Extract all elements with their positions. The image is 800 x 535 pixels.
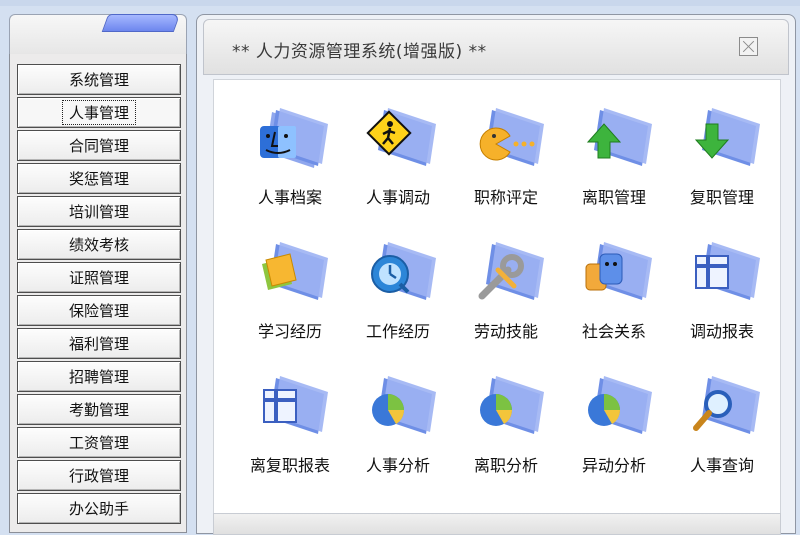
sidebar-item-label: 合同管理	[68, 137, 129, 155]
pie-chart-icon	[474, 374, 546, 442]
module-label: 调动报表	[689, 322, 754, 341]
sidebar-item-label: 奖惩管理	[68, 170, 129, 188]
down-arrow-icon	[690, 106, 762, 174]
pedestrian-sign-icon	[366, 106, 438, 174]
sidebar-item-label: 保险管理	[68, 302, 129, 320]
sidebar-item-system[interactable]: 系统管理	[17, 64, 181, 95]
module-label: 离职管理	[581, 188, 646, 207]
module-label: 人事查询	[689, 456, 754, 475]
sidebar-item-administration[interactable]: 行政管理	[17, 460, 181, 491]
sidebar-item-training[interactable]: 培训管理	[17, 196, 181, 227]
sidebar-item-label: 证照管理	[68, 269, 129, 287]
module-personnel-query[interactable]: 人事查询	[674, 374, 770, 484]
module-label: 复职管理	[689, 188, 754, 207]
sidebar-item-performance[interactable]: 绩效考核	[17, 229, 181, 260]
pacman-icon	[474, 106, 546, 174]
module-change-analysis[interactable]: 异动分析	[566, 374, 662, 484]
wrench-icon	[474, 240, 546, 308]
module-label: 职称评定	[473, 188, 538, 207]
sidebar-item-rewards[interactable]: 奖惩管理	[17, 163, 181, 194]
module-reinstatement[interactable]: 复职管理	[674, 106, 770, 216]
quicktime-icon	[366, 240, 438, 308]
module-label: 工作经历	[365, 322, 430, 341]
module-personnel-transfer[interactable]: 人事调动	[350, 106, 446, 216]
up-arrow-icon	[582, 106, 654, 174]
window-title: ** 人力资源管理系统(增强版) **	[232, 42, 487, 62]
sidebar-item-label: 人事管理	[61, 100, 137, 125]
sidebar-item-recruitment[interactable]: 招聘管理	[17, 361, 181, 392]
sidebar-item-label: 行政管理	[68, 467, 129, 485]
close-icon[interactable]	[739, 37, 758, 56]
pie-chart-icon	[582, 374, 654, 442]
sidebar-item-certificates[interactable]: 证照管理	[17, 262, 181, 293]
module-work-history[interactable]: 工作经历	[350, 240, 446, 350]
module-label: 异动分析	[581, 456, 646, 475]
sidebar-item-attendance[interactable]: 考勤管理	[17, 394, 181, 425]
title-bar: ** 人力资源管理系统(增强版) **	[203, 19, 789, 75]
left-nav-panel: 系统管理 人事管理 合同管理 奖惩管理 培训管理 绩效考核 证照管理 保险管理 …	[9, 14, 187, 533]
left-panel-tab-accent	[101, 14, 181, 32]
module-grid-area: 人事档案 人事调动 职称评定 离职管理 复职管理 学习经历 工作经历 劳动技能 …	[213, 79, 781, 521]
module-label: 离职分析	[473, 456, 538, 475]
sidebar-menu: 系统管理 人事管理 合同管理 奖惩管理 培训管理 绩效考核 证照管理 保险管理 …	[17, 64, 183, 526]
pie-chart-icon	[366, 374, 438, 442]
module-label: 学习经历	[257, 322, 322, 341]
sidebar-item-personnel[interactable]: 人事管理	[17, 97, 181, 128]
module-personnel-archive[interactable]: 人事档案	[242, 106, 338, 216]
sidebar-item-label: 招聘管理	[68, 368, 129, 386]
finder-face-icon	[258, 106, 330, 174]
sidebar-item-salary[interactable]: 工资管理	[17, 427, 181, 458]
module-transfer-report[interactable]: 调动报表	[674, 240, 770, 350]
sidebar-item-insurance[interactable]: 保险管理	[17, 295, 181, 326]
sidebar-item-label: 考勤管理	[68, 401, 129, 419]
menu-frame: 系统管理 人事管理 合同管理 奖惩管理 培训管理 绩效考核 证照管理 保险管理 …	[9, 54, 187, 533]
sidebar-item-label: 福利管理	[68, 335, 129, 353]
table-report-icon	[258, 374, 330, 442]
table-report-icon	[690, 240, 762, 308]
sidebar-item-label: 系统管理	[68, 71, 129, 89]
top-strip	[0, 0, 800, 6]
sidebar-item-label: 工资管理	[68, 434, 129, 452]
faces-icon	[582, 240, 654, 308]
magnifier-icon	[690, 374, 762, 442]
sidebar-item-label: 办公助手	[68, 500, 129, 518]
sidebar-item-label: 绩效考核	[68, 236, 129, 254]
sidebar-item-label: 培训管理	[68, 203, 129, 221]
module-label: 离复职报表	[249, 456, 330, 475]
module-resign-reinstate-report[interactable]: 离复职报表	[242, 374, 338, 484]
module-resignation[interactable]: 离职管理	[566, 106, 662, 216]
module-resignation-analysis[interactable]: 离职分析	[458, 374, 554, 484]
module-label: 人事调动	[365, 188, 430, 207]
books-icon	[258, 240, 330, 308]
module-personnel-analysis[interactable]: 人事分析	[350, 374, 446, 484]
module-education[interactable]: 学习经历	[242, 240, 338, 350]
module-label: 社会关系	[581, 322, 646, 341]
sidebar-item-office-assistant[interactable]: 办公助手	[17, 493, 181, 524]
sidebar-item-contract[interactable]: 合同管理	[17, 130, 181, 161]
main-window: ** 人力资源管理系统(增强版) ** 人事档案 人事调动 职称评定 离职管理 …	[196, 14, 796, 535]
sidebar-item-welfare[interactable]: 福利管理	[17, 328, 181, 359]
module-labor-skills[interactable]: 劳动技能	[458, 240, 554, 350]
module-title-evaluation[interactable]: 职称评定	[458, 106, 554, 216]
module-label: 人事分析	[365, 456, 430, 475]
module-social-relations[interactable]: 社会关系	[566, 240, 662, 350]
module-label: 人事档案	[257, 188, 322, 207]
module-label: 劳动技能	[473, 322, 538, 341]
